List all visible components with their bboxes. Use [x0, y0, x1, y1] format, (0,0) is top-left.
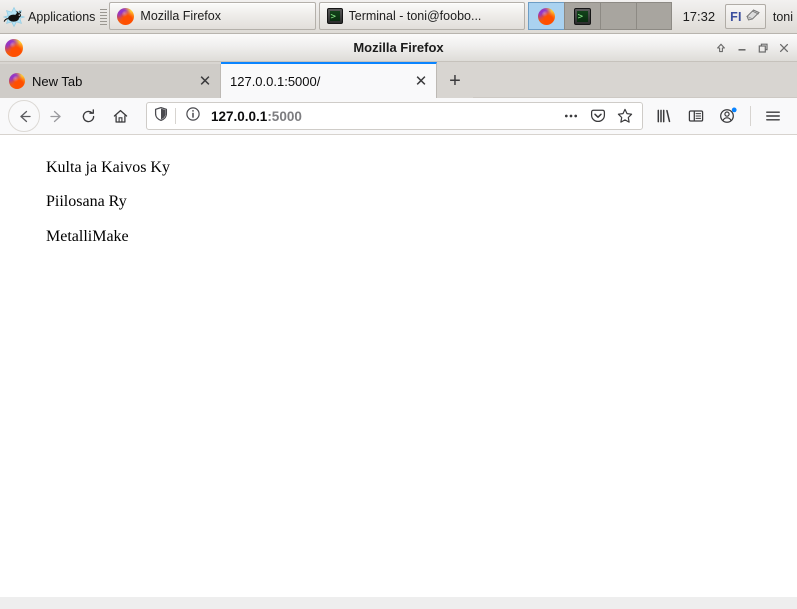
- url-bar[interactable]: 127.0.0.1:5000: [146, 102, 643, 130]
- task-button-terminal[interactable]: Terminal - toni@foobo...: [318, 2, 525, 30]
- tab-127-0-0-1-5000[interactable]: 127.0.0.1:5000/ ✕: [221, 62, 437, 98]
- home-button[interactable]: [104, 101, 136, 131]
- identity-separator: [175, 108, 176, 124]
- page-line: Piilosana Ry: [46, 193, 127, 211]
- forward-button[interactable]: [40, 101, 72, 131]
- xfce-top-panel: Applications Mozilla Firefox Terminal - …: [0, 0, 797, 34]
- page-content: Kulta ja Kaivos Ky Piilosana Ry MetalliM…: [0, 135, 797, 597]
- tab-strip: New Tab ✕ 127.0.0.1:5000/ ✕ +: [0, 62, 797, 98]
- window-maximize-button[interactable]: [753, 39, 772, 58]
- task-button-label: Terminal - toni@foobo...: [348, 9, 482, 23]
- terminal-icon: [573, 7, 591, 25]
- navigation-toolbar: 127.0.0.1:5000: [0, 98, 797, 135]
- shield-icon[interactable]: [153, 106, 169, 127]
- page-line: Kulta ja Kaivos Ky: [46, 159, 170, 176]
- xfce-mouse-icon: [2, 6, 26, 28]
- tab-close-icon[interactable]: ✕: [198, 74, 212, 89]
- terminal-icon: [326, 8, 343, 25]
- hamburger-menu-icon[interactable]: [757, 101, 789, 131]
- library-button[interactable]: [648, 101, 680, 131]
- workspace-cell-2[interactable]: [563, 2, 600, 30]
- window-controls: [711, 34, 793, 62]
- tab-new-tab[interactable]: New Tab ✕: [0, 64, 221, 98]
- panel-username[interactable]: toni: [768, 0, 797, 33]
- page-line: MetalliMake: [46, 227, 129, 245]
- sidebar-icon[interactable]: [680, 101, 712, 131]
- applications-menu-button[interactable]: Applications: [0, 0, 99, 33]
- back-button[interactable]: [8, 100, 40, 132]
- desktop-bottom-strip: [0, 597, 797, 609]
- window-tasklist: Mozilla Firefox Terminal - toni@foobo...: [109, 0, 525, 33]
- firefox-icon: [117, 7, 135, 25]
- firefox-icon: [537, 7, 555, 25]
- panel-grip-handle[interactable]: [100, 5, 108, 28]
- tab-label: New Tab: [32, 73, 83, 89]
- applications-menu-label: Applications: [28, 9, 96, 24]
- account-icon[interactable]: [712, 101, 744, 131]
- identity-box[interactable]: [153, 106, 206, 127]
- firefox-icon: [5, 38, 23, 57]
- panel-clock[interactable]: 17:32: [675, 0, 724, 33]
- firefox-icon: [9, 73, 25, 89]
- window-titlebar[interactable]: Mozilla Firefox: [0, 34, 797, 62]
- tab-close-icon[interactable]: ✕: [414, 74, 428, 89]
- url-port: :5000: [267, 108, 302, 124]
- window-shade-button[interactable]: [711, 39, 730, 58]
- window-title: Mozilla Firefox: [353, 40, 444, 55]
- page-actions-icon[interactable]: [558, 104, 584, 128]
- tab-label: 127.0.0.1:5000/: [230, 73, 321, 89]
- workspace-pager: [525, 0, 675, 33]
- url-input[interactable]: 127.0.0.1:5000: [206, 109, 558, 124]
- window-close-button[interactable]: [774, 39, 793, 58]
- tab-strip-empty-area: [473, 62, 797, 98]
- new-tab-button[interactable]: +: [437, 64, 473, 98]
- url-bar-actions: [558, 104, 638, 128]
- task-button-label: Mozilla Firefox: [140, 9, 221, 23]
- workspace-cell-1[interactable]: [527, 2, 564, 30]
- task-button-firefox[interactable]: Mozilla Firefox: [109, 2, 316, 30]
- url-host: 127.0.0.1: [211, 108, 268, 124]
- keyboard-layout-icon: [745, 8, 761, 25]
- workspace-cell-4[interactable]: [635, 2, 672, 30]
- reload-button[interactable]: [72, 101, 104, 131]
- toolbar-separator: [750, 106, 751, 126]
- info-icon[interactable]: [185, 106, 201, 127]
- star-icon[interactable]: [612, 104, 638, 128]
- workspace-cell-3[interactable]: [599, 2, 636, 30]
- window-minimize-button[interactable]: [732, 39, 751, 58]
- firefox-window: Mozilla Firefox New Tab ✕ 127.0.0.1:5000…: [0, 34, 797, 597]
- keyboard-layout-indicator[interactable]: FI: [725, 4, 766, 29]
- keyboard-layout-label: FI: [730, 9, 742, 24]
- pocket-icon[interactable]: [585, 104, 611, 128]
